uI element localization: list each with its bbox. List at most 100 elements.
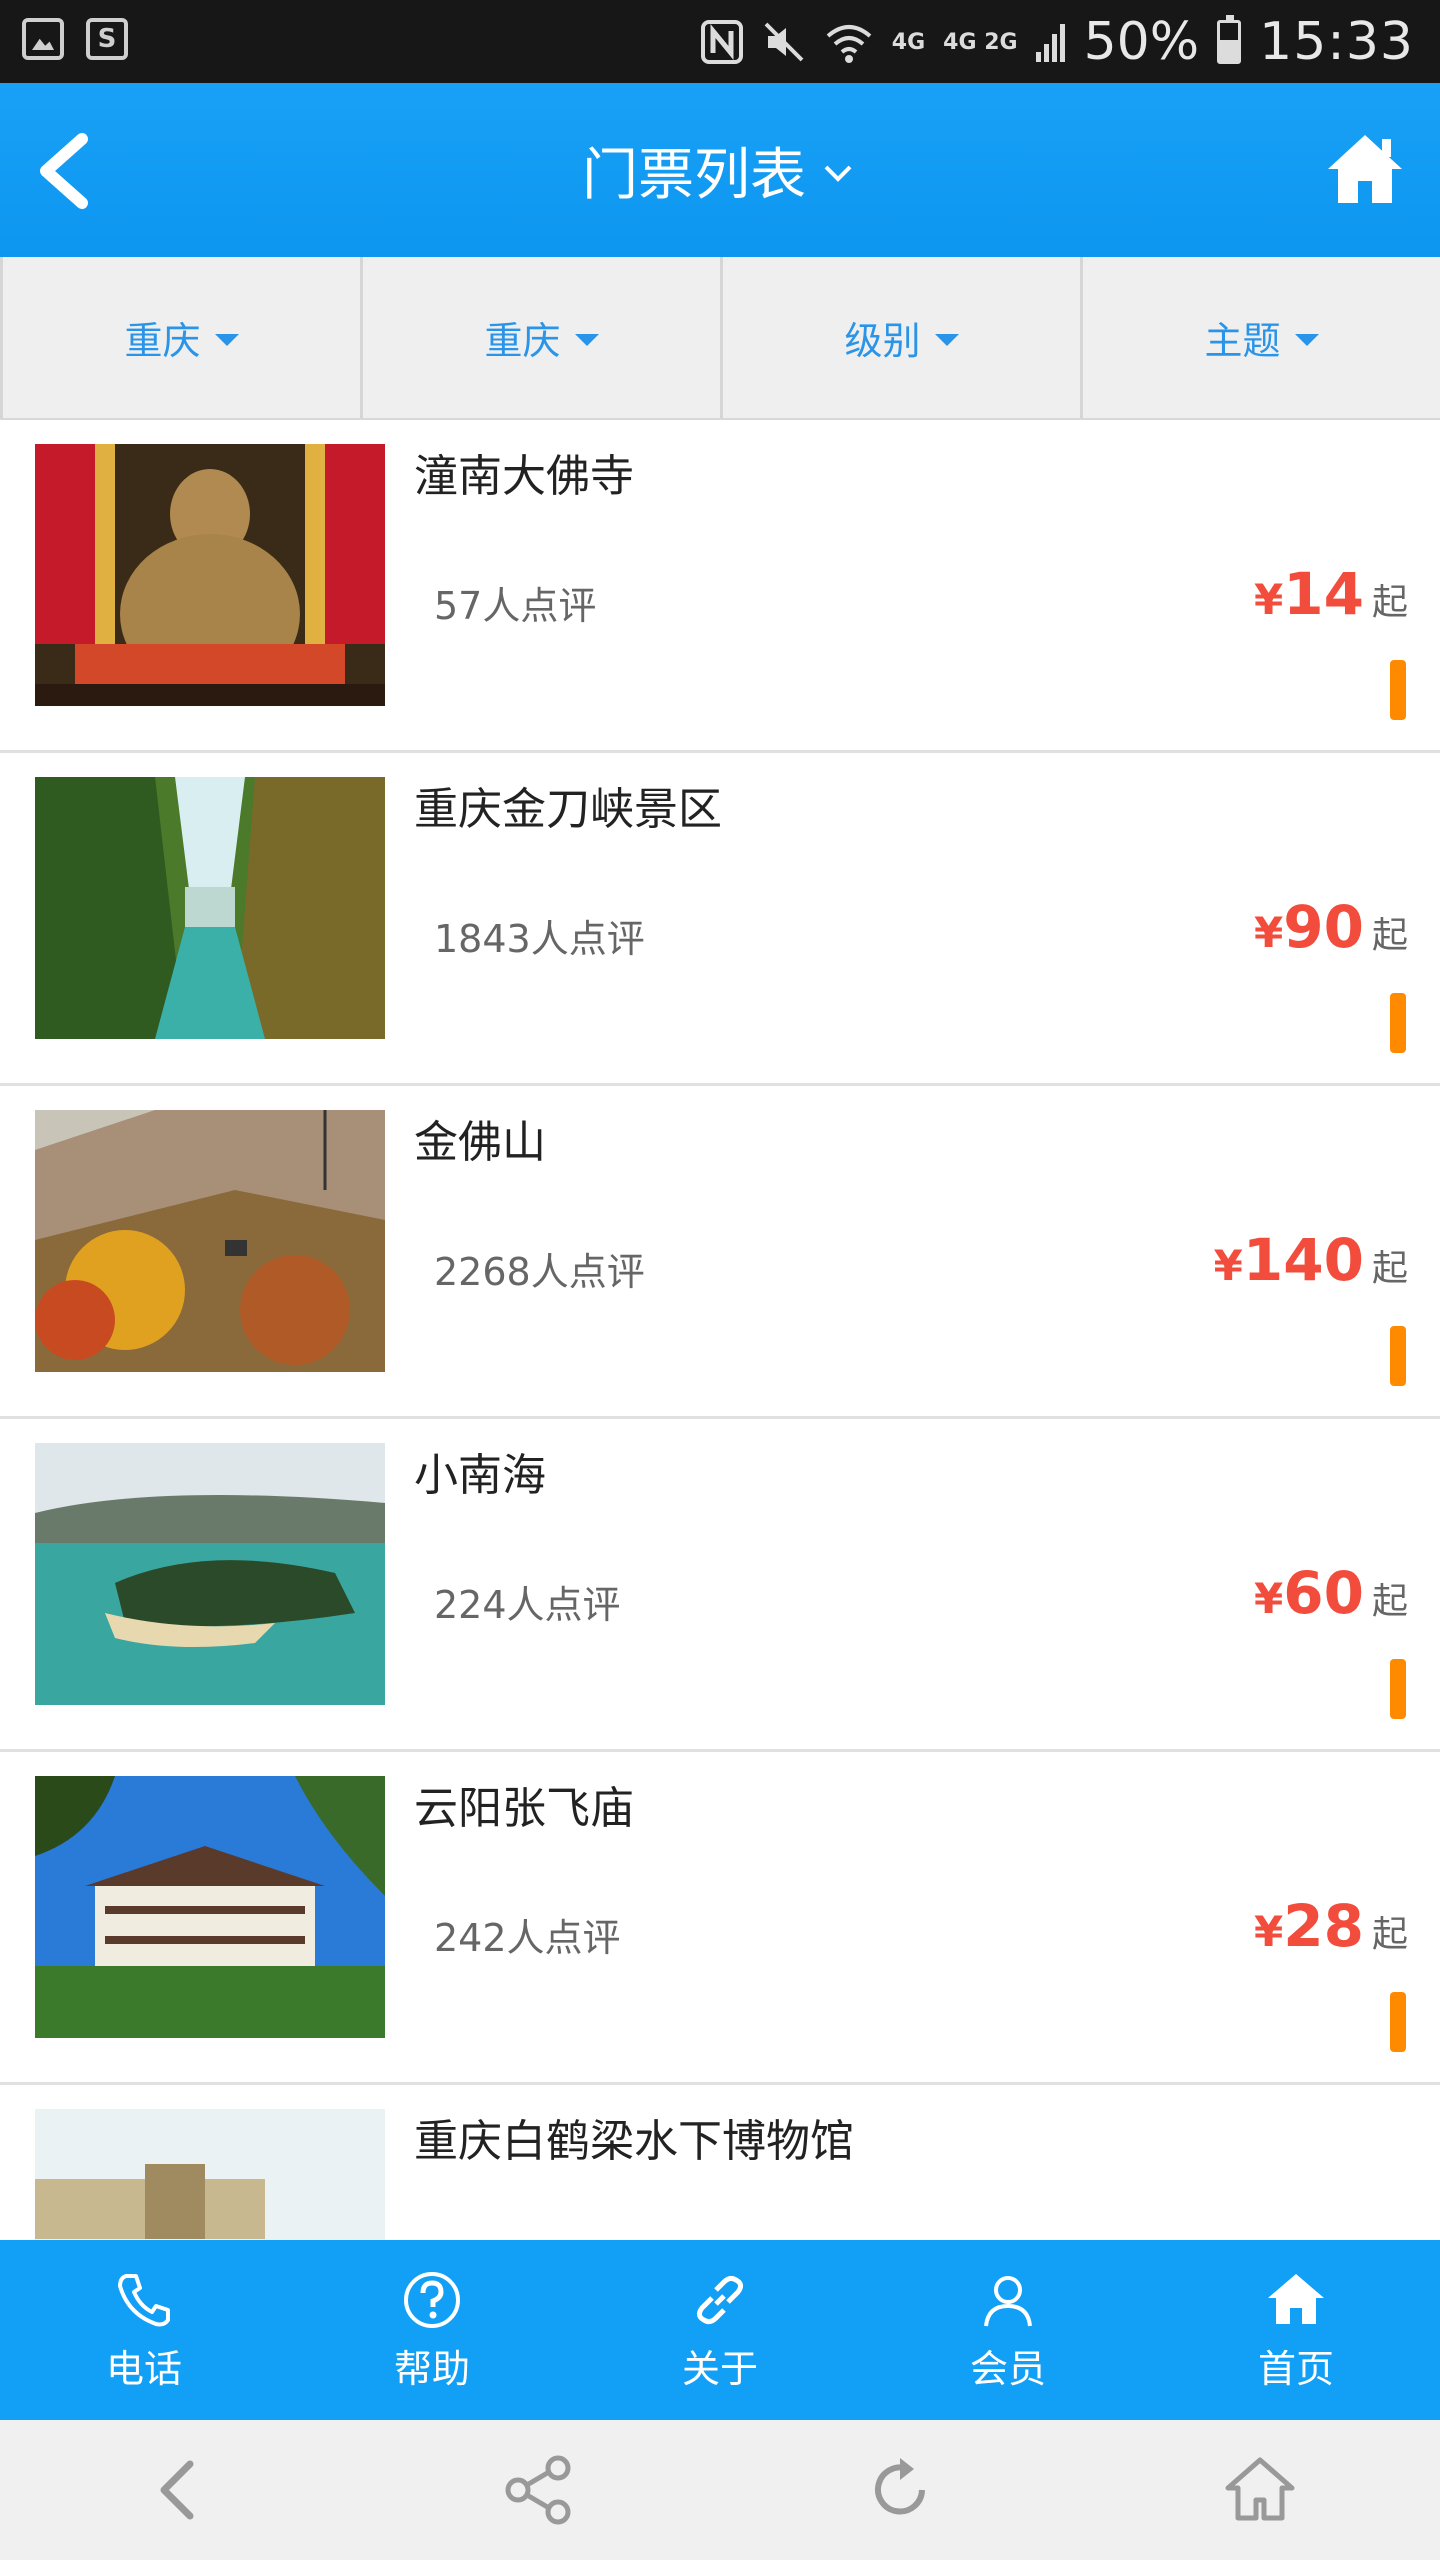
caret-down-icon bbox=[1294, 333, 1319, 346]
nav-label: 电话 bbox=[105, 2346, 182, 2391]
price: ¥ 28 起 bbox=[1254, 1892, 1408, 1960]
price-suffix: 起 bbox=[1371, 582, 1408, 623]
currency-symbol: ¥ bbox=[1254, 575, 1284, 624]
signal-icon bbox=[1035, 24, 1065, 62]
scenic-photo bbox=[35, 444, 385, 706]
mute-icon bbox=[764, 22, 804, 62]
attraction-name: 云阳张飞庙 bbox=[414, 1783, 634, 1834]
list-item[interactable]: 重庆白鹤梁水下博物馆 bbox=[0, 2085, 1440, 2240]
price-value: 90 bbox=[1283, 893, 1364, 961]
bottom-nav: 电话 帮助 关于 会员 首页 bbox=[0, 2240, 1440, 2420]
scenic-photo bbox=[35, 777, 385, 1039]
home-icon[interactable] bbox=[1324, 131, 1406, 207]
gallery-notification-icon bbox=[22, 18, 64, 60]
filter-bar: 重庆 重庆 级别 主题 bbox=[0, 257, 1440, 420]
app-notification-icon: S bbox=[86, 18, 128, 60]
filter-district[interactable]: 重庆 bbox=[363, 257, 723, 418]
user-icon bbox=[984, 2275, 1032, 2326]
review-count: 1843人点评 bbox=[434, 917, 645, 961]
notification-icons: S bbox=[22, 18, 128, 60]
review-count: 224人点评 bbox=[434, 1583, 621, 1627]
filter-label: 级别 bbox=[844, 319, 921, 363]
filter-theme[interactable]: 主题 bbox=[1083, 257, 1440, 418]
nfc-icon bbox=[700, 20, 743, 64]
nav-label: 关于 bbox=[681, 2346, 758, 2391]
list-item[interactable]: 潼南大佛寺 57人点评 ¥ 14 起 bbox=[0, 420, 1440, 753]
back-icon bbox=[160, 2460, 194, 2520]
ticket-list: 潼南大佛寺 57人点评 ¥ 14 起 重庆金刀峡景区 1843人点评 ¥ 90 … bbox=[0, 420, 1440, 2240]
page-title: 门票列表 bbox=[582, 142, 806, 208]
refresh-icon bbox=[875, 2458, 925, 2515]
price: ¥ 14 起 bbox=[1254, 560, 1408, 628]
share-icon bbox=[505, 2455, 571, 2525]
nav-help[interactable]: 帮助 bbox=[288, 2240, 576, 2420]
home-outline-icon bbox=[1225, 2457, 1295, 2521]
accent-bar bbox=[1390, 993, 1406, 1053]
accent-bar bbox=[1390, 1992, 1406, 2052]
attraction-name: 重庆白鹤梁水下博物馆 bbox=[414, 2116, 854, 2167]
currency-symbol: ¥ bbox=[1254, 1907, 1284, 1956]
chevron-down-icon bbox=[824, 165, 852, 182]
caret-down-icon bbox=[214, 333, 239, 346]
nav-label: 帮助 bbox=[393, 2346, 470, 2391]
price: ¥ 90 起 bbox=[1254, 893, 1408, 961]
price-suffix: 起 bbox=[1371, 1248, 1408, 1289]
nav-label: 首页 bbox=[1257, 2346, 1334, 2391]
clock: 15:33 bbox=[1259, 12, 1414, 72]
list-item[interactable]: 金佛山 2268人点评 ¥ 140 起 bbox=[0, 1086, 1440, 1419]
caret-down-icon bbox=[934, 333, 959, 346]
share-button[interactable] bbox=[360, 2420, 720, 2560]
caret-down-icon bbox=[574, 333, 599, 346]
browser-home-button[interactable] bbox=[1080, 2420, 1440, 2560]
scenic-photo bbox=[35, 1776, 385, 2038]
list-item[interactable]: 云阳张飞庙 242人点评 ¥ 28 起 bbox=[0, 1752, 1440, 2085]
link-icon bbox=[696, 2275, 744, 2324]
price: ¥ 60 起 bbox=[1254, 1559, 1408, 1627]
filter-city[interactable]: 重庆 bbox=[0, 257, 363, 418]
refresh-button[interactable] bbox=[720, 2420, 1080, 2560]
price: ¥ 140 起 bbox=[1214, 1226, 1408, 1294]
browser-back-button[interactable] bbox=[0, 2420, 360, 2560]
accent-bar bbox=[1390, 1326, 1406, 1386]
filter-label: 重庆 bbox=[124, 319, 201, 363]
filter-label: 重庆 bbox=[484, 319, 561, 363]
home-icon bbox=[1268, 2273, 1324, 2324]
nav-about[interactable]: 关于 bbox=[576, 2240, 864, 2420]
filter-level[interactable]: 级别 bbox=[723, 257, 1083, 418]
scenic-photo bbox=[35, 2109, 385, 2240]
wifi-icon bbox=[826, 25, 872, 63]
system-nav-bar bbox=[0, 2420, 1440, 2560]
list-item[interactable]: 重庆金刀峡景区 1843人点评 ¥ 90 起 bbox=[0, 753, 1440, 1086]
nav-label: 会员 bbox=[969, 2346, 1046, 2391]
review-count: 57人点评 bbox=[434, 584, 597, 628]
network-4g2g-label: 4G 2G bbox=[943, 29, 1018, 55]
price-value: 28 bbox=[1283, 1892, 1364, 1960]
price-suffix: 起 bbox=[1371, 1581, 1408, 1622]
app-header: 门票列表 bbox=[0, 83, 1440, 257]
accent-bar bbox=[1390, 660, 1406, 720]
review-count: 2268人点评 bbox=[434, 1250, 645, 1294]
attraction-name: 金佛山 bbox=[414, 1117, 546, 1168]
battery-percent: 50% bbox=[1083, 12, 1200, 72]
scenic-photo bbox=[35, 1110, 385, 1372]
filter-label: 主题 bbox=[1204, 319, 1281, 363]
attraction-name: 潼南大佛寺 bbox=[414, 451, 634, 502]
price-value: 140 bbox=[1242, 1226, 1364, 1294]
help-icon bbox=[404, 2271, 460, 2328]
price-suffix: 起 bbox=[1371, 1914, 1408, 1955]
price-value: 60 bbox=[1283, 1559, 1364, 1627]
nav-member[interactable]: 会员 bbox=[864, 2240, 1152, 2420]
battery-icon bbox=[1217, 15, 1242, 64]
nav-home[interactable]: 首页 bbox=[1152, 2240, 1440, 2420]
nav-phone[interactable]: 电话 bbox=[0, 2240, 288, 2420]
review-count: 242人点评 bbox=[434, 1916, 621, 1960]
title-dropdown[interactable]: 门票列表 bbox=[0, 83, 1440, 257]
currency-symbol: ¥ bbox=[1254, 1574, 1284, 1623]
scenic-photo bbox=[35, 1443, 385, 1705]
currency-symbol: ¥ bbox=[1213, 1241, 1243, 1290]
attraction-name: 小南海 bbox=[414, 1450, 546, 1501]
list-item[interactable]: 小南海 224人点评 ¥ 60 起 bbox=[0, 1419, 1440, 1752]
system-status: 4G 4G 2G 50% 15:33 bbox=[700, 8, 1414, 76]
accent-bar bbox=[1390, 1659, 1406, 1719]
phone-icon bbox=[118, 2273, 170, 2326]
